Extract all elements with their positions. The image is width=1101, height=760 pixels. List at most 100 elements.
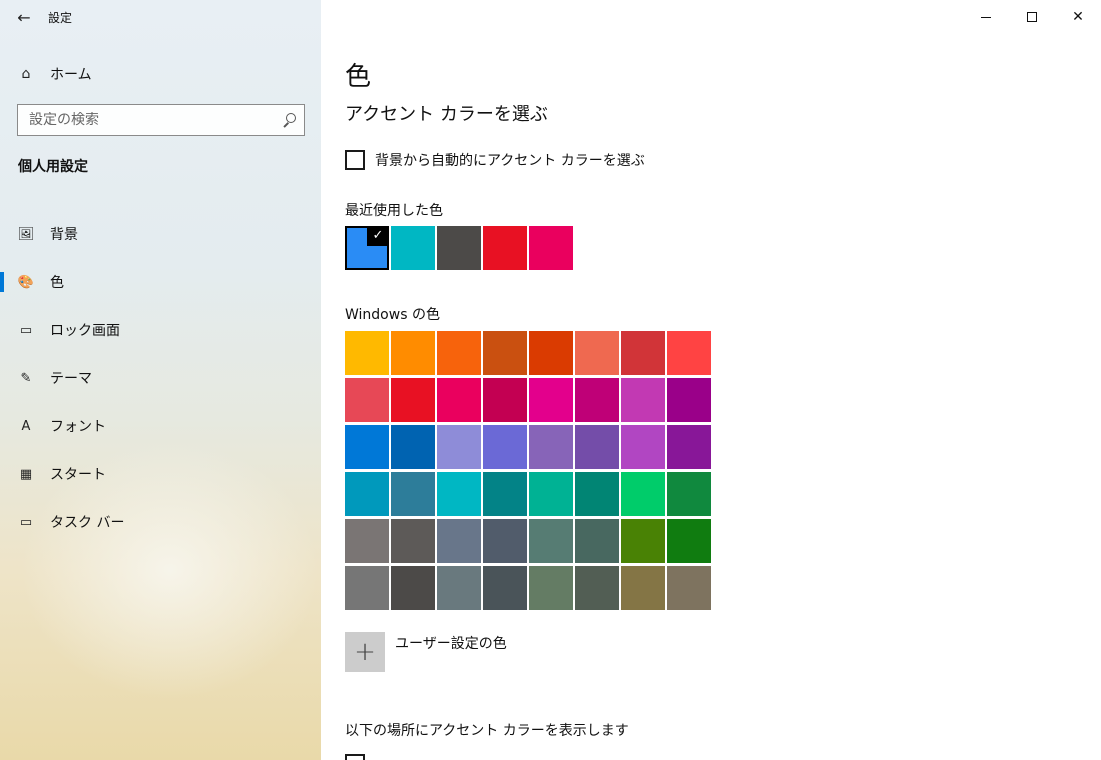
back-button[interactable]: ← [0, 0, 48, 34]
windows-color-swatch[interactable] [483, 331, 527, 375]
windows-color-swatch[interactable] [483, 566, 527, 610]
back-arrow-icon: ← [17, 7, 31, 27]
close-icon: ✕ [1072, 9, 1084, 25]
sidebar-item[interactable]: ▭ タスク バー [0, 498, 321, 546]
page-title: 色 [345, 62, 372, 92]
windows-color-swatch[interactable] [621, 378, 665, 422]
sidebar-item[interactable]: ▭ ロック画面 [0, 306, 321, 354]
sidebar-item-icon: A [21, 418, 31, 434]
windows-color-swatch[interactable] [345, 519, 389, 563]
custom-color-label: ユーザー設定の色 [395, 636, 507, 652]
windows-color-grid [345, 331, 711, 610]
sidebar-item-icon: ▭ [19, 514, 33, 530]
windows-color-swatch[interactable] [529, 378, 573, 422]
windows-color-swatch[interactable] [621, 566, 665, 610]
recent-color-swatch[interactable]: ✓ [345, 226, 389, 270]
app-title: 設定 [48, 10, 73, 25]
windows-color-swatch[interactable] [391, 472, 435, 516]
windows-color-swatch[interactable] [391, 378, 435, 422]
checkbox-box[interactable] [345, 150, 365, 170]
sidebar-item[interactable]: 🖼 背景 [0, 210, 321, 258]
windows-color-swatch[interactable] [345, 331, 389, 375]
custom-color-button[interactable]: + ユーザー設定の色 [345, 632, 507, 672]
windows-color-swatch[interactable] [345, 566, 389, 610]
title-bar-left: ← 設定 [0, 0, 321, 34]
windows-color-swatch[interactable] [529, 425, 573, 469]
recent-color-swatch[interactable] [391, 226, 435, 270]
windows-color-swatch[interactable] [529, 566, 573, 610]
windows-color-swatch[interactable] [437, 472, 481, 516]
search-icon[interactable] [282, 113, 296, 127]
windows-color-swatch[interactable] [667, 378, 711, 422]
sidebar-item-label: 背景 [50, 227, 78, 243]
windows-color-swatch[interactable] [667, 472, 711, 516]
sidebar-item[interactable]: A フォント [0, 402, 321, 450]
windows-color-swatch[interactable] [483, 425, 527, 469]
sidebar-item-icon: 🎨 [17, 274, 35, 290]
section-title: 個人用設定 [18, 159, 88, 175]
windows-color-swatch[interactable] [667, 425, 711, 469]
windows-color-swatch[interactable] [621, 519, 665, 563]
windows-color-swatch[interactable] [575, 472, 619, 516]
show-accent-label: 以下の場所にアクセント カラーを表示します [345, 723, 629, 739]
windows-color-swatch[interactable] [345, 472, 389, 516]
recent-color-swatch[interactable] [483, 226, 527, 270]
sidebar-item-label: 色 [50, 275, 64, 291]
minimize-button[interactable] [963, 0, 1009, 34]
search-input[interactable] [29, 112, 269, 128]
sidebar-item[interactable]: ▦ スタート [0, 450, 321, 498]
windows-color-swatch[interactable] [575, 331, 619, 375]
sidebar-item-label: テーマ [50, 371, 92, 387]
windows-color-swatch[interactable] [437, 425, 481, 469]
home-icon: ⌂ [21, 66, 31, 82]
windows-color-swatch[interactable] [621, 472, 665, 516]
recent-color-swatch[interactable] [529, 226, 573, 270]
windows-color-swatch[interactable] [667, 519, 711, 563]
maximize-icon [1027, 12, 1037, 22]
windows-color-swatch[interactable] [575, 425, 619, 469]
sidebar-item-label: ロック画面 [50, 323, 120, 339]
window-controls: ✕ [963, 0, 1101, 34]
windows-color-swatch[interactable] [483, 472, 527, 516]
windows-color-swatch[interactable] [667, 331, 711, 375]
nav-list: 🖼 背景 🎨 色 ▭ ロック画面 ✎ テーマ A フォント ▦ スタート ▭ タスク バー [0, 210, 321, 546]
windows-color-swatch[interactable] [391, 519, 435, 563]
nav-home[interactable]: ⌂ ホーム [0, 58, 321, 90]
windows-color-swatch[interactable] [529, 472, 573, 516]
sidebar: ← 設定 ⌂ ホーム 個人用設定 🖼背景🎨色▭ロック画面✎テーマAフォント▦スタ… [0, 0, 321, 760]
recent-color-swatch[interactable] [437, 226, 481, 270]
windows-color-swatch[interactable] [575, 378, 619, 422]
windows-color-swatch[interactable] [437, 331, 481, 375]
windows-color-swatch[interactable] [575, 519, 619, 563]
sidebar-item[interactable]: 🎨 色 [0, 258, 321, 306]
windows-color-swatch[interactable] [345, 425, 389, 469]
windows-color-swatch[interactable] [483, 378, 527, 422]
sidebar-item[interactable]: ✎ テーマ [0, 354, 321, 402]
maximize-button[interactable] [1009, 0, 1055, 34]
close-button[interactable]: ✕ [1055, 0, 1101, 34]
nav-home-label: ホーム [50, 67, 92, 83]
windows-color-swatch[interactable] [345, 378, 389, 422]
recent-colors-label: 最近使用した色 [345, 203, 443, 219]
windows-colors-label: Windows の色 [345, 307, 440, 323]
search-box[interactable] [17, 104, 305, 136]
start-taskbar-checkbox[interactable] [345, 754, 365, 760]
sidebar-item-icon: 🖼 [17, 226, 35, 242]
windows-color-swatch[interactable] [621, 425, 665, 469]
accent-subtitle: アクセント カラーを選ぶ [345, 104, 548, 125]
auto-accent-checkbox[interactable]: 背景から自動的にアクセント カラーを選ぶ [345, 150, 645, 170]
windows-color-swatch[interactable] [483, 519, 527, 563]
windows-color-swatch[interactable] [437, 378, 481, 422]
windows-color-swatch[interactable] [437, 566, 481, 610]
windows-color-swatch[interactable] [391, 425, 435, 469]
windows-color-swatch[interactable] [391, 331, 435, 375]
windows-color-swatch[interactable] [667, 566, 711, 610]
windows-color-swatch[interactable] [529, 519, 573, 563]
recent-colors-row: ✓ [345, 226, 575, 270]
windows-color-swatch[interactable] [621, 331, 665, 375]
windows-color-swatch[interactable] [575, 566, 619, 610]
windows-color-swatch[interactable] [437, 519, 481, 563]
windows-color-swatch[interactable] [529, 331, 573, 375]
windows-color-swatch[interactable] [391, 566, 435, 610]
main-content: ✕ 色 アクセント カラーを選ぶ 背景から自動的にアクセント カラーを選ぶ 最近… [321, 0, 1101, 760]
